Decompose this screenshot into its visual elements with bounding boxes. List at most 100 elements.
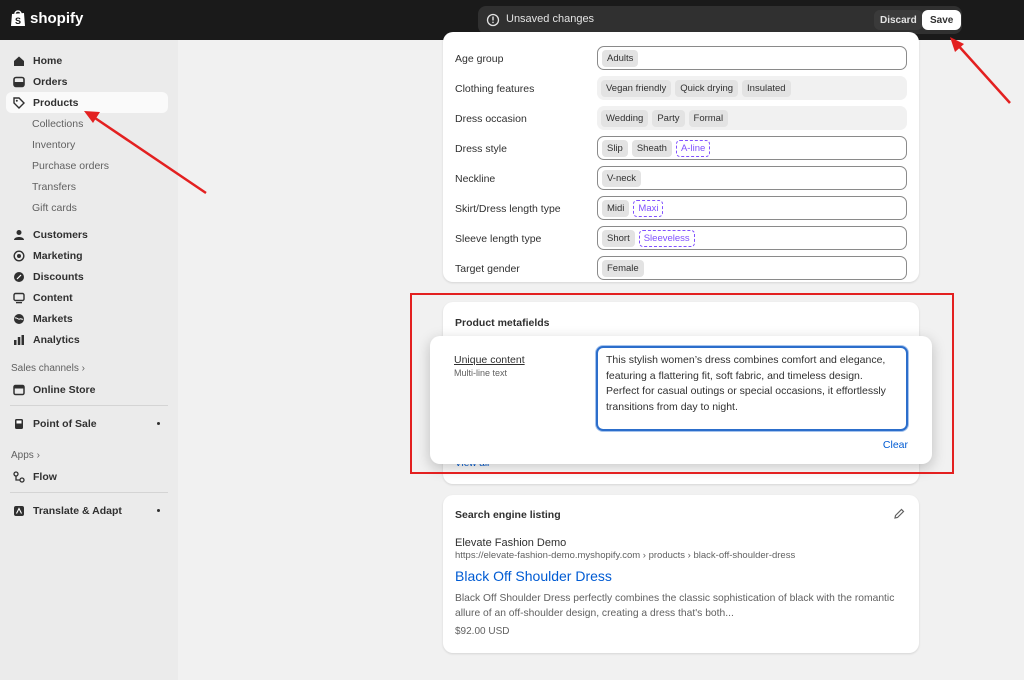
attribute-row: Target gender Female bbox=[455, 256, 907, 282]
sidebar-item-analytics[interactable]: Analytics bbox=[6, 329, 168, 350]
sidebar-item-discounts[interactable]: Discounts bbox=[6, 266, 168, 287]
sidebar-item-orders[interactable]: Orders bbox=[6, 71, 168, 92]
info-icon bbox=[486, 13, 500, 27]
shopify-logo[interactable]: S shopify bbox=[10, 9, 83, 27]
attribute-label: Dress occasion bbox=[455, 113, 527, 125]
attribute-row: Age group Adults bbox=[455, 46, 907, 72]
value-tag[interactable]: Adults bbox=[602, 49, 639, 67]
attribute-row: Sleeve length type Short Sleeveless bbox=[455, 226, 907, 252]
attribute-field[interactable]: Midi Maxi bbox=[597, 196, 907, 220]
sidebar-item-label: Point of Sale bbox=[33, 417, 97, 430]
sidebar-item-label: Online Store bbox=[33, 383, 96, 396]
seo-site-name: Elevate Fashion Demo bbox=[455, 537, 567, 549]
value-tag[interactable]: Insulated bbox=[742, 79, 791, 97]
apps-heading[interactable]: Apps › bbox=[11, 450, 40, 461]
sidebar-item-point-of-sale[interactable]: Point of Sale bbox=[6, 413, 168, 434]
seo-page-title[interactable]: Black Off Shoulder Dress bbox=[455, 568, 612, 584]
seo-url: https://elevate-fashion-demo.myshopify.c… bbox=[455, 550, 796, 561]
sidebar-item-customers[interactable]: Customers bbox=[6, 224, 168, 245]
sidebar-item-label: Translate & Adapt bbox=[33, 504, 122, 517]
suggested-value-tag[interactable]: A-line bbox=[675, 139, 711, 157]
attribute-field[interactable]: Vegan friendly Quick drying Insulated bbox=[597, 76, 907, 100]
attribute-label: Clothing features bbox=[455, 83, 535, 95]
sidebar-item-label: Marketing bbox=[33, 249, 83, 262]
attribute-label: Dress style bbox=[455, 143, 507, 155]
seo-title: Search engine listing bbox=[455, 509, 561, 521]
attribute-row: Neckline V-neck bbox=[455, 166, 907, 192]
value-tag[interactable]: Slip bbox=[602, 139, 628, 157]
seo-description: Black Off Shoulder Dress perfectly combi… bbox=[455, 593, 895, 619]
attribute-field[interactable]: Wedding Party Formal bbox=[597, 106, 907, 130]
home-icon bbox=[14, 56, 24, 66]
save-button[interactable]: Save bbox=[922, 10, 962, 30]
sidebar-item-online-store[interactable]: Online Store bbox=[6, 379, 168, 400]
sidebar-item-translate-adapt[interactable]: Translate & Adapt bbox=[6, 500, 168, 521]
sidebar-item-flow[interactable]: Flow bbox=[6, 466, 168, 487]
attribute-field[interactable]: V-neck bbox=[597, 166, 907, 190]
sidebar-sub-inventory[interactable]: Inventory bbox=[32, 139, 75, 151]
chevron-right-icon: › bbox=[81, 363, 85, 374]
suggested-value-tag[interactable]: Sleeveless bbox=[638, 229, 695, 247]
discard-button[interactable]: Discard bbox=[874, 10, 923, 30]
svg-text:S: S bbox=[15, 16, 21, 26]
chevron-right-icon: › bbox=[36, 450, 40, 461]
sidebar-item-label: Home bbox=[33, 54, 63, 67]
value-tag[interactable]: Midi bbox=[602, 199, 630, 217]
pencil-icon[interactable] bbox=[893, 508, 905, 520]
attribute-row: Clothing features Vegan friendly Quick dry… bbox=[455, 76, 907, 102]
seo-price: $92.00 USD bbox=[455, 626, 510, 637]
annotation-highlight-box bbox=[410, 293, 954, 474]
globe-icon bbox=[14, 313, 24, 324]
flow-icon bbox=[13, 470, 25, 483]
sidebar-item-label: Flow bbox=[33, 470, 57, 483]
sidebar-sub-collections[interactable]: Collections bbox=[32, 118, 83, 130]
sidebar: Home Orders Products Collections Invento… bbox=[0, 40, 178, 680]
attribute-row: Dress occasion Wedding Party Formal bbox=[455, 106, 907, 132]
store-icon bbox=[13, 384, 25, 395]
sidebar-divider bbox=[10, 405, 168, 406]
apps-label: Apps bbox=[11, 450, 34, 461]
sidebar-item-label: Content bbox=[33, 291, 73, 304]
sidebar-sub-gift-cards[interactable]: Gift cards bbox=[32, 202, 77, 214]
sidebar-item-label: Orders bbox=[33, 75, 68, 88]
unsaved-changes-text: Unsaved changes bbox=[506, 13, 595, 25]
sidebar-item-label: Analytics bbox=[33, 333, 80, 346]
sidebar-item-home[interactable]: Home bbox=[6, 50, 168, 71]
value-tag[interactable]: Sheath bbox=[631, 139, 672, 157]
attribute-row: Skirt/Dress length type Midi Maxi bbox=[455, 196, 907, 222]
suggested-value-tag[interactable]: Maxi bbox=[633, 199, 664, 217]
category-metafields-card: Age group Adults Clothing features Vegan fr… bbox=[443, 32, 919, 282]
sidebar-sub-transfers[interactable]: Transfers bbox=[32, 181, 76, 193]
value-tag[interactable]: V-neck bbox=[602, 169, 642, 187]
value-tag[interactable]: Quick drying bbox=[675, 79, 739, 97]
value-tag[interactable]: Vegan friendly bbox=[601, 79, 672, 97]
target-icon bbox=[13, 249, 25, 262]
value-tag[interactable]: Wedding bbox=[601, 109, 649, 127]
attribute-row: Dress style Slip Sheath A-line bbox=[455, 136, 907, 162]
pos-icon bbox=[15, 418, 23, 429]
sidebar-item-label: Products bbox=[33, 96, 79, 109]
sidebar-sub-purchase-orders[interactable]: Purchase orders bbox=[32, 160, 109, 172]
value-tag[interactable]: Female bbox=[602, 259, 644, 277]
sidebar-item-label: Customers bbox=[33, 228, 88, 241]
sales-channels-heading[interactable]: Sales channels › bbox=[11, 363, 85, 374]
sidebar-item-label: Markets bbox=[33, 312, 73, 325]
sidebar-item-content[interactable]: Content bbox=[6, 287, 168, 308]
translate-icon bbox=[14, 505, 24, 516]
attribute-label: Neckline bbox=[455, 173, 496, 185]
sidebar-item-markets[interactable]: Markets bbox=[6, 308, 168, 329]
search-engine-listing-card: Search engine listing Elevate Fashion De… bbox=[443, 495, 919, 653]
sidebar-divider bbox=[10, 492, 168, 493]
attribute-field[interactable]: Short Sleeveless bbox=[597, 226, 907, 250]
attribute-field[interactable]: Adults bbox=[597, 46, 907, 70]
sidebar-item-marketing[interactable]: Marketing bbox=[6, 245, 168, 266]
sidebar-item-label: Discounts bbox=[33, 270, 84, 283]
value-tag[interactable]: Short bbox=[602, 229, 635, 247]
value-tag[interactable]: Formal bbox=[688, 109, 729, 127]
tag-icon bbox=[13, 96, 25, 109]
attribute-field[interactable]: Slip Sheath A-line bbox=[597, 136, 907, 160]
sidebar-item-products[interactable]: Products bbox=[6, 92, 168, 113]
logo-text: shopify bbox=[30, 9, 84, 27]
value-tag[interactable]: Party bbox=[652, 109, 685, 127]
attribute-field[interactable]: Female bbox=[597, 256, 907, 280]
